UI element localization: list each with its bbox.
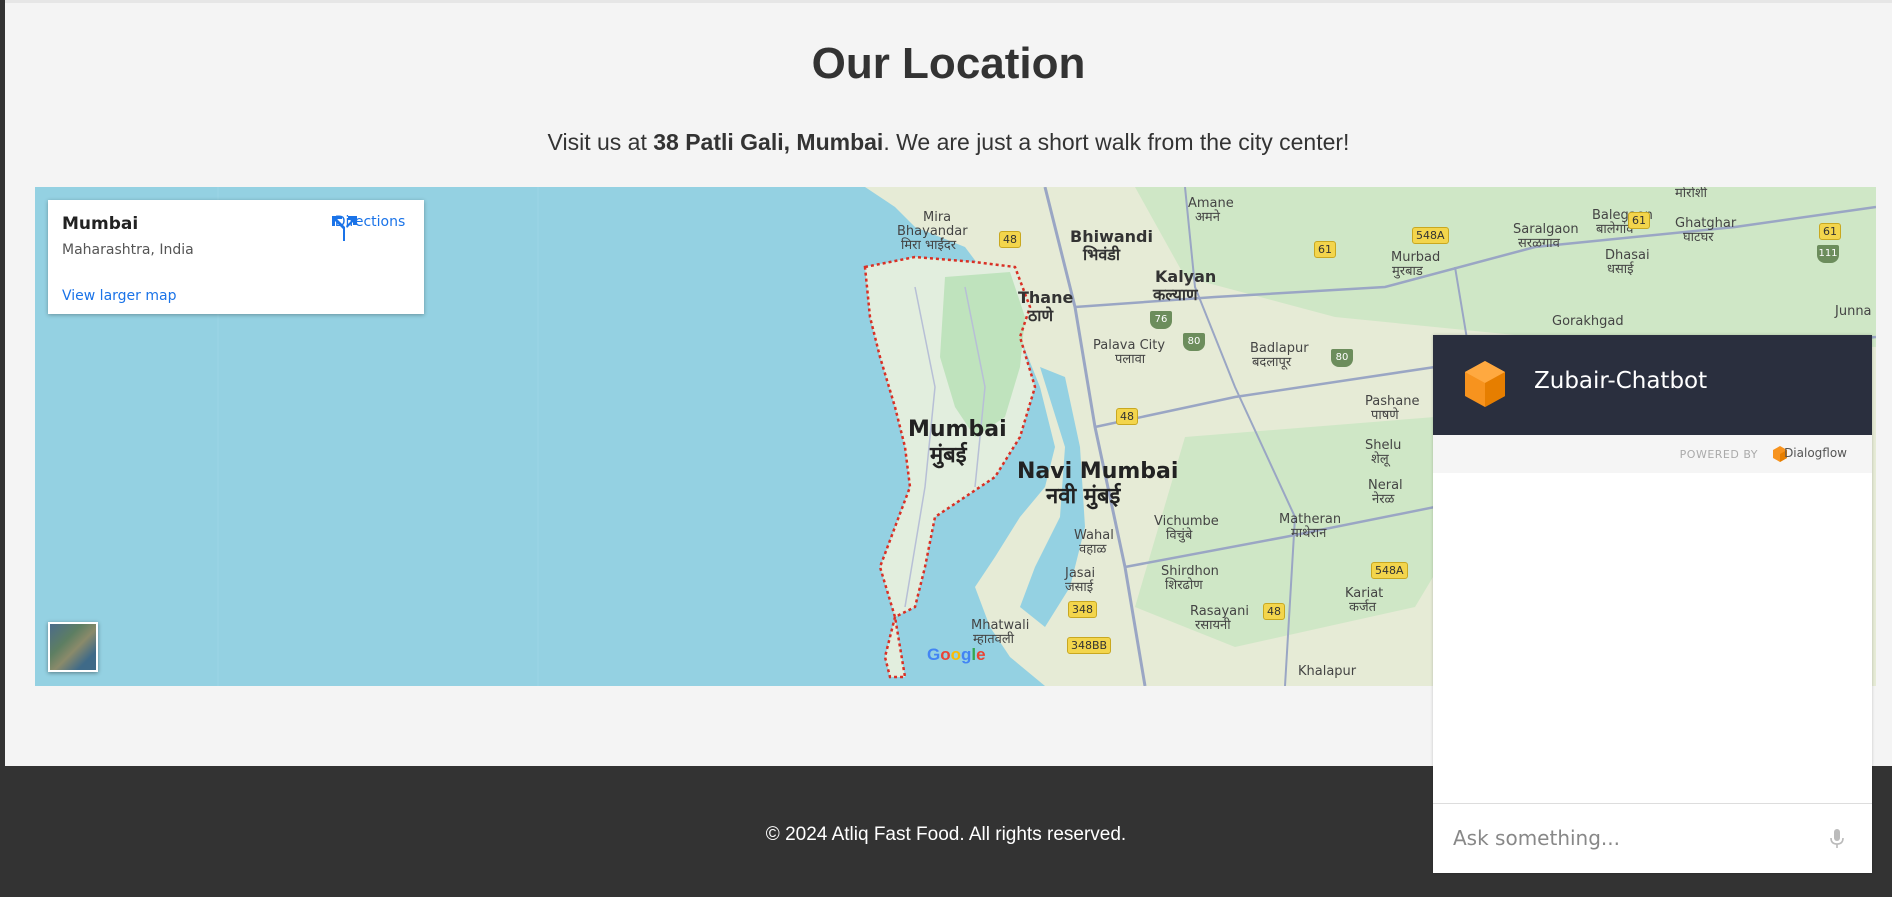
highway-shield: 61 (1819, 223, 1841, 240)
chatbot-header: Zubair-Chatbot (1433, 335, 1872, 435)
map-label-thane: Thane (1018, 288, 1074, 307)
view-larger-map-link[interactable]: View larger map (62, 288, 176, 304)
google-logo-letter: e (976, 645, 986, 664)
highway-shield: 61 (1314, 241, 1336, 258)
chatbot-widget: Zubair-Chatbot POWERED BY Dialogflow (1433, 335, 1872, 873)
powered-by-bar: POWERED BY Dialogflow (1433, 435, 1872, 473)
map-label-thane-mr: ठाणे (1028, 306, 1054, 325)
map-label-ghatghar: Ghatghar (1675, 216, 1737, 231)
national-highway-shield: 111 (1817, 245, 1839, 263)
highway-shield: 61 (1628, 212, 1650, 229)
map-label-dhasai-mr: धसाई (1607, 262, 1634, 277)
map-label-palava-mr: पलावा (1115, 352, 1146, 367)
highway-shield: 548A (1412, 227, 1449, 244)
map-label-mira-mr: मिरा भाईंदर (901, 238, 957, 253)
map-label-bhayandar: Bhayandar (897, 224, 968, 239)
national-highway-shield: 80 (1183, 333, 1205, 351)
map-label-saralgaon-mr: सरळगाव (1518, 236, 1560, 251)
map-label-wahal-mr: वहाळ (1079, 542, 1107, 557)
map-label-mumbai-mr: मुंबई (930, 443, 967, 468)
satellite-toggle-thumbnail[interactable] (48, 622, 98, 672)
highway-shield: 348 (1068, 601, 1097, 618)
map-label-kalyan: Kalyan (1155, 267, 1217, 286)
map-label-shelu-mr: शेलू (1371, 452, 1389, 467)
google-logo[interactable]: Google (927, 645, 986, 665)
highway-shield: 48 (1263, 603, 1285, 620)
map-label-shelu: Shelu (1365, 438, 1402, 453)
map-label-pashane-mr: पाषणे (1371, 408, 1399, 423)
highway-shield: 48 (999, 231, 1021, 248)
national-highway-shield: 80 (1331, 349, 1353, 367)
map-label-amane-mr: अमने (1195, 210, 1220, 225)
directions-icon (332, 216, 357, 241)
map-label-karjat-mr: कर्जत (1349, 600, 1377, 615)
highway-shield: 48 (1116, 408, 1138, 425)
map-label-rasayani-mr: रसायनी (1195, 618, 1231, 633)
subtitle-text-after: . We are just a short walk from the city… (883, 129, 1350, 155)
map-label-jasai-mr: जसाई (1065, 580, 1094, 595)
highway-shield: 548A (1371, 562, 1408, 579)
google-logo-letter: g (961, 645, 972, 664)
map-label-neral: Neral (1368, 478, 1403, 493)
chat-input-bar (1433, 803, 1872, 873)
map-label-wahal: Wahal (1074, 528, 1114, 543)
map-label-jasai: Jasai (1065, 566, 1096, 581)
map-label-navi-mumbai: Navi Mumbai (1017, 459, 1179, 484)
google-logo-letter: o (940, 645, 951, 664)
map-label-vichumbe: Vichumbe (1154, 514, 1219, 529)
map-label-junnar: Junna (1835, 304, 1872, 319)
map-label-vichumbe-mr: विचुंबे (1166, 528, 1193, 543)
map-label-navi-mumbai-mr: नवी मुंबई (1046, 484, 1121, 509)
map-label-saralgaon: Saralgaon (1513, 222, 1579, 237)
map-label-badlapur: Badlapur (1250, 341, 1309, 356)
section-subtitle: Visit us at 38 Patli Gali, Mumbai. We ar… (5, 129, 1892, 156)
map-label-karjat: Kariat (1345, 586, 1384, 601)
map-label-gorakhgad: Gorakhgad (1552, 314, 1624, 329)
map-label-badlapur-mr: बदलापूर (1252, 355, 1292, 370)
place-region: Maharashtra, India (62, 242, 194, 258)
map-label-matheran: Matheran (1279, 512, 1342, 527)
subtitle-address: 38 Patli Gali, Mumbai (653, 129, 884, 155)
directions-button[interactable]: Directions (330, 214, 410, 241)
map-label-matheran-mr: माथेरान (1291, 526, 1327, 541)
map-label-rasayani: Rasayani (1190, 604, 1249, 619)
map-label-morshi-mr: मोरोशी (1675, 187, 1708, 201)
map-label-kalyan-mr: कल्याण (1153, 285, 1198, 304)
map-label-murbad: Murbad (1391, 250, 1441, 265)
map-label-shirdhon: Shirdhon (1161, 564, 1219, 579)
map-label-pashane: Pashane (1365, 394, 1420, 409)
map-label-dhasai: Dhasai (1605, 248, 1650, 263)
map-label-palava: Palava City (1093, 338, 1166, 353)
map-place-card: Mumbai Maharashtra, India View larger ma… (48, 200, 424, 314)
map-label-shirdhon-mr: शिरढोण (1165, 578, 1203, 593)
chatbot-title: Zubair-Chatbot (1534, 368, 1708, 394)
chat-message-area (1433, 473, 1872, 803)
map-label-ghatghar-mr: घाटघर (1683, 230, 1714, 245)
map-label-bhiwandi-mr: भिवंडी (1083, 245, 1120, 264)
highway-shield: 348BB (1067, 637, 1112, 654)
chatbot-logo-icon (1465, 361, 1505, 407)
map-label-bhiwandi: Bhiwandi (1070, 227, 1153, 246)
chat-input[interactable] (1453, 822, 1813, 854)
powered-by-label: POWERED BY (1679, 448, 1758, 461)
dialogflow-name: Dialogflow (1784, 446, 1847, 460)
place-name: Mumbai (62, 214, 139, 234)
map-label-mumbai: Mumbai (908, 417, 1007, 442)
map-label-mira: Mira (923, 210, 952, 225)
microphone-icon[interactable] (1829, 828, 1845, 850)
subtitle-text-before: Visit us at (547, 129, 654, 155)
google-logo-letter: o (950, 645, 962, 664)
national-highway-shield: 76 (1150, 311, 1172, 329)
map-label-murbad-mr: मुरबाड (1392, 264, 1423, 279)
section-title: Our Location (811, 39, 1086, 88)
map-label-khalapur: Khalapur (1298, 664, 1357, 679)
map-label-neral-mr: नेरळ (1372, 492, 1395, 507)
map-label-mhatwali: Mhatwali (971, 618, 1030, 633)
google-logo-letter: G (927, 645, 941, 664)
map-label-amane: Amane (1188, 196, 1234, 211)
